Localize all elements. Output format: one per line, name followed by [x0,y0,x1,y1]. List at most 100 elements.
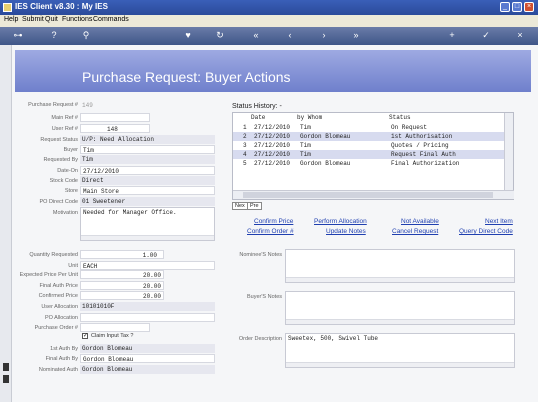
menu-commands[interactable]: Commands [93,16,129,23]
store-field[interactable]: Main Store [80,186,215,195]
confirm-order-link[interactable]: Confirm Order # [247,228,294,235]
order-description-text: Sweetex, 500, Swivel Tube [288,335,379,342]
minimize-button[interactable]: _ [500,2,510,12]
final-auth-by-field[interactable]: Gordon Blomeau [80,354,215,363]
request-status-label: Request Status [40,137,78,143]
final-auth-by-label: Final Auth By [45,356,78,362]
quantity-label: Quantity Requested [29,252,78,258]
next-record-icon[interactable]: › [318,30,330,41]
request-status-field: U/P: Need Allocation [80,135,215,144]
date-on-label: Date-On [57,168,78,174]
buyer-notes-memo[interactable] [285,291,515,325]
row-status: Final Authorization [391,160,460,167]
column-header-date[interactable]: Date [251,114,265,121]
table-row[interactable]: 2 27/12/2010 Gordon Blomeau 1st Authoris… [233,132,505,141]
purchase-order-field[interactable] [80,323,150,332]
order-description-label: Order Description [238,336,282,342]
first-record-icon[interactable]: « [250,30,262,41]
motivation-label: Motivation [52,210,78,216]
user-ref-field[interactable]: 148 [80,124,150,133]
quantity-field[interactable]: 1.00 [80,250,164,259]
main-ref-label: Main Ref # [51,115,78,121]
last-record-icon[interactable]: » [350,30,362,41]
po-direct-code-label: PO Direct Code [39,199,78,205]
user-ref-label: User Ref # [51,126,78,132]
prev-button[interactable]: Pre [247,202,262,210]
status-history-vscrollbar[interactable] [504,113,513,191]
confirmed-price-field[interactable]: 20.00 [80,291,164,300]
motivation-scrollbar[interactable] [81,235,214,240]
table-row[interactable]: 3 27/12/2010 Tim Quotes / Pricing [233,141,505,150]
purchase-order-label: Purchase Order # [34,325,78,331]
maximize-button[interactable]: □ [512,2,522,12]
order-description-memo[interactable]: Sweetex, 500, Swivel Tube [285,333,515,368]
help-icon[interactable]: ? [48,30,60,41]
row-number: 1 [243,124,247,131]
motivation-memo[interactable]: Needed for Manager Office. [80,207,215,241]
buyer-notes-scrollbar[interactable] [286,319,514,324]
row-status: 1st Authorisation [391,133,453,140]
add-icon[interactable]: + [446,30,458,41]
store-label: Store [64,188,78,194]
status-history-title: Status History: - [232,103,282,110]
table-row[interactable]: 5 27/12/2010 Gordon Blomeau Final Author… [233,159,505,168]
user-allocation-field: 10101010F [80,302,215,311]
row-number: 5 [243,160,247,167]
po-allocation-field[interactable] [80,313,215,322]
confirm-icon[interactable]: ✓ [480,30,492,41]
expected-price-field[interactable]: 20.00 [80,270,164,279]
search-icon[interactable]: ⚲ [80,30,92,41]
side-icon[interactable] [3,375,9,383]
row-status: Request Final Auth [391,151,456,158]
table-row[interactable]: 1 27/12/2010 Tim On Request [233,123,505,132]
favorite-icon[interactable]: ♥ [182,30,194,41]
menu-quit[interactable]: Quit [45,16,58,23]
prev-record-icon[interactable]: ‹ [284,30,296,41]
unit-field[interactable]: EACH [80,261,215,270]
requested-by-field: Tim [80,155,215,164]
nominee-notes-memo[interactable] [285,249,515,283]
cancel-icon[interactable]: × [514,30,526,41]
date-on-field[interactable]: 27/12/2010 [80,166,215,175]
cancel-request-link[interactable]: Cancel Request [392,228,438,235]
nominee-notes-scrollbar[interactable] [286,277,514,282]
row-date: 27/12/2010 [254,142,291,149]
order-description-scrollbar[interactable] [286,362,514,367]
motivation-text: Needed for Manager Office. [83,209,177,216]
main-ref-field[interactable] [80,113,150,122]
row-who: Gordon Blomeau [300,160,351,167]
column-header-by-whom[interactable]: by Whom [297,114,322,121]
menu-functions[interactable]: Functions [62,16,92,23]
stock-code-label: Stock Code [49,178,78,184]
status-history-hscrollbar[interactable] [233,190,514,199]
row-number: 4 [243,151,247,158]
row-date: 27/12/2010 [254,124,291,131]
close-button[interactable]: × [524,2,534,12]
scroll-thumb[interactable] [243,192,493,198]
menu-submit[interactable]: Submit [22,16,44,23]
user-allocation-label: User Allocation [41,304,78,310]
nominated-auth-field: Gordon Blomeau [80,365,215,374]
purchase-request-label: Purchase Request # [28,102,78,108]
next-button[interactable]: Nex [232,202,248,210]
confirm-price-link[interactable]: Confirm Price [254,218,293,225]
menu-help[interactable]: Help [4,16,18,23]
refresh-icon[interactable]: ↻ [214,30,226,41]
final-auth-price-field[interactable]: 20.00 [80,281,164,290]
not-available-link[interactable]: Not Available [401,218,439,225]
window-title: IES Client v8.30 : My IES [15,2,108,11]
po-allocation-label: PO Allocation [44,315,78,321]
stock-code-field: Direct [80,176,215,185]
row-number: 3 [243,142,247,149]
toolbar: ⊶ ? ⚲ ♥ ↻ « ‹ › » + ✓ × [0,27,538,45]
table-row[interactable]: 4 27/12/2010 Tim Request Final Auth [233,150,505,159]
buyer-field[interactable]: Tim [80,145,215,154]
column-header-status[interactable]: Status [389,114,411,121]
row-date: 27/12/2010 [254,160,291,167]
update-notes-link[interactable]: Update Notes [326,228,366,235]
next-item-link[interactable]: Next Item [485,218,513,225]
query-direct-code-link[interactable]: Query Direct Code [459,228,513,235]
claim-input-tax-checkbox[interactable]: ✓ [82,333,88,339]
perform-allocation-link[interactable]: Perform Allocation [314,218,367,225]
key-icon[interactable]: ⊶ [8,30,28,41]
